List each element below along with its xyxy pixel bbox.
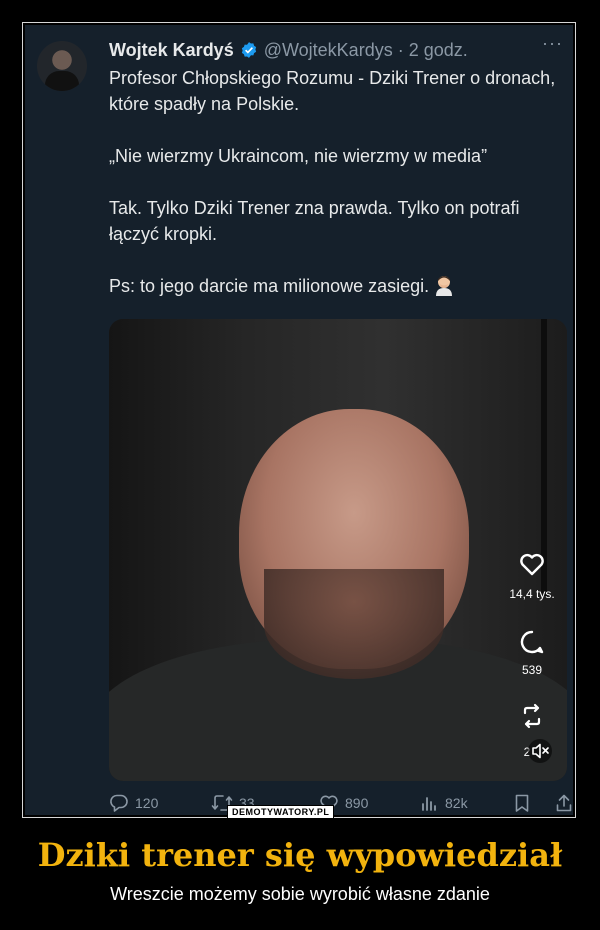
caption-title: Dziki trener się wypowiedział bbox=[37, 836, 563, 874]
tweet-paragraph: Tak. Tylko Dziki Trener zna prawda. Tylk… bbox=[109, 198, 520, 244]
mute-speaker-icon[interactable] bbox=[527, 739, 553, 763]
views-count: 82k bbox=[445, 795, 468, 811]
bookmark-icon[interactable] bbox=[513, 793, 531, 813]
comment-bubble-icon[interactable] bbox=[519, 629, 545, 655]
tweet-header: Wojtek Kardyś @WojtekKardys · 2 godz. bbox=[109, 37, 563, 63]
more-options-icon[interactable]: ··· bbox=[542, 33, 563, 54]
tweet-text: Profesor Chłopskiego Rozumu - Dziki Tren… bbox=[109, 65, 569, 299]
author-handle-time[interactable]: @WojtekKardys · 2 godz. bbox=[264, 40, 468, 61]
video-player[interactable]: 14,4 tys. 539 2 bbox=[109, 319, 567, 781]
man-facepalming-emoji bbox=[436, 276, 453, 296]
demotivator-frame: Wojtek Kardyś @WojtekKardys · 2 godz. ··… bbox=[22, 22, 576, 818]
video-person-beard bbox=[264, 569, 444, 679]
video-comment-count: 539 bbox=[521, 663, 543, 677]
like-heart-icon[interactable] bbox=[519, 553, 545, 577]
views-chart-icon bbox=[422, 797, 436, 811]
tweet-paragraph: „Nie wierzmy Ukraincom, nie wierzmy w me… bbox=[109, 146, 488, 166]
verified-badge-icon bbox=[241, 42, 256, 58]
video-like-count: 14,4 tys. bbox=[509, 587, 555, 601]
tweet-paragraph: Profesor Chłopskiego Rozumu - Dziki Tren… bbox=[109, 68, 556, 114]
views-action[interactable]: 82k bbox=[419, 793, 468, 813]
like-count: 890 bbox=[345, 795, 369, 811]
reply-icon bbox=[110, 794, 128, 812]
tweet-paragraph: Ps: to jego darcie ma milionowe zasiegi. bbox=[109, 273, 569, 299]
reply-count: 120 bbox=[135, 795, 159, 811]
tweet-card[interactable]: Wojtek Kardyś @WojtekKardys · 2 godz. ··… bbox=[25, 25, 573, 815]
reply-action[interactable]: 120 bbox=[109, 793, 158, 813]
tweet-paragraph-text: Ps: to jego darcie ma milionowe zasiegi. bbox=[109, 276, 430, 296]
tweet-actions: 120 33 890 82k bbox=[109, 791, 572, 815]
author-name[interactable]: Wojtek Kardyś bbox=[109, 40, 234, 61]
caption-subtitle: Wreszcie możemy sobie wyrobić własne zda… bbox=[110, 884, 490, 904]
watermark-logo: DEMOTYWATORY.PL bbox=[227, 805, 335, 819]
share-icon[interactable] bbox=[555, 793, 573, 813]
repost-icon[interactable] bbox=[519, 703, 545, 729]
avatar[interactable] bbox=[37, 41, 87, 91]
